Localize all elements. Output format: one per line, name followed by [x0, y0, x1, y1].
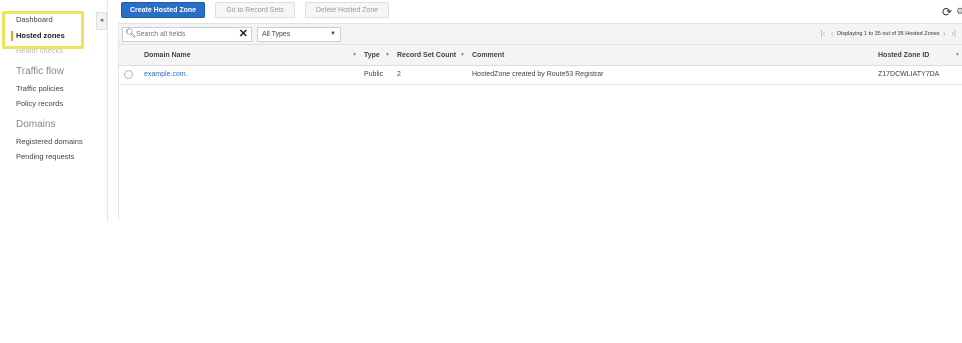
column-hosted-zone-id[interactable]: Hosted Zone ID: [878, 52, 929, 59]
pagination: |‹ ‹ Displaying 1 to 35 out of 35 Hosted…: [819, 29, 958, 38]
type-filter-select[interactable]: All Types ▼: [257, 27, 341, 42]
go-to-record-sets-button[interactable]: Go to Record Sets: [215, 2, 295, 18]
search-box: 🔍︎ ✕: [122, 27, 252, 42]
sidebar-item-registered-domains[interactable]: Registered domains: [16, 137, 83, 146]
record-set-count: 2: [397, 71, 401, 78]
table-row[interactable]: example.com. Public 2 HostedZone created…: [118, 66, 962, 85]
filter-toolbar: 🔍︎ ✕ All Types ▼ |‹ ‹ Displaying 1 to 35…: [118, 23, 962, 45]
column-record-set-count[interactable]: Record Set Count: [397, 52, 456, 59]
sidebar-collapse-button[interactable]: ◂: [96, 12, 107, 30]
settings-icon[interactable]: ⚙: [956, 6, 962, 17]
row-select-radio[interactable]: [124, 70, 133, 79]
domain-name-link[interactable]: example.com.: [144, 71, 188, 78]
chevron-down-icon: ▼: [330, 31, 336, 37]
pagination-text: Displaying 1 to 35 out of 35 Hosted Zone…: [837, 30, 940, 37]
column-domain-name[interactable]: Domain Name: [144, 52, 191, 59]
type-filter-value: All Types: [262, 31, 291, 38]
active-indicator: [11, 31, 13, 41]
delete-hosted-zone-button[interactable]: Delete Hosted Zone: [305, 2, 389, 18]
next-page-icon[interactable]: ›: [943, 29, 946, 38]
sidebar-section-domains: Domains: [16, 119, 56, 130]
sidebar-section-traffic-flow: Traffic flow: [16, 66, 64, 77]
zone-comment: HostedZone created by Route53 Registrar: [472, 71, 604, 78]
sidebar-item-policy-records[interactable]: Policy records: [16, 99, 63, 108]
search-icon: 🔍︎: [125, 28, 137, 38]
zone-type: Public: [364, 71, 384, 78]
main-panel-border: [118, 22, 119, 220]
table-header: Domain Name ▼ Type ▼ Record Set Count ▼ …: [118, 45, 962, 66]
column-type[interactable]: Type: [364, 52, 380, 59]
sort-icon[interactable]: ▼: [460, 52, 465, 58]
refresh-icon[interactable]: ⟳: [942, 5, 952, 19]
sidebar-item-pending-requests[interactable]: Pending requests: [16, 152, 74, 161]
sort-icon[interactable]: ▼: [385, 52, 390, 58]
sidebar-divider: [107, 0, 108, 222]
highlight-box: [2, 11, 84, 49]
column-comment[interactable]: Comment: [472, 52, 504, 59]
last-page-icon[interactable]: ›|: [951, 29, 956, 38]
sort-icon[interactable]: ▼: [955, 52, 960, 58]
hosted-zone-id: Z17DCWLIATY7DA: [878, 71, 940, 78]
clear-icon[interactable]: ✕: [239, 27, 248, 40]
prev-page-icon[interactable]: ‹: [831, 29, 834, 38]
sort-icon[interactable]: ▼: [352, 52, 357, 58]
search-input[interactable]: [136, 29, 236, 40]
first-page-icon[interactable]: |‹: [821, 29, 826, 38]
sidebar-item-traffic-policies[interactable]: Traffic policies: [16, 84, 64, 93]
create-hosted-zone-button[interactable]: Create Hosted Zone: [121, 2, 205, 18]
